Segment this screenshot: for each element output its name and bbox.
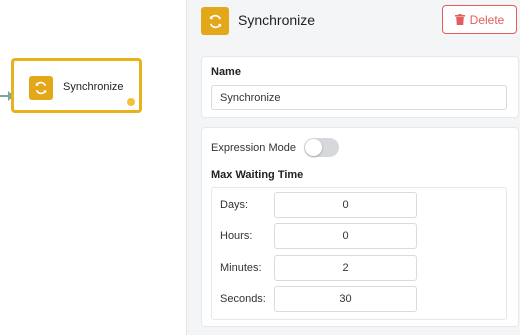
panel-title: Synchronize xyxy=(238,12,316,28)
expression-mode-label: Expression Mode xyxy=(211,142,296,154)
settings-section: Expression Mode Max Waiting Time Days: H… xyxy=(201,127,519,327)
name-label: Name xyxy=(211,66,241,78)
toggle-knob xyxy=(305,139,322,156)
delete-label: Delete xyxy=(469,12,505,27)
hours-input[interactable] xyxy=(274,223,417,249)
node-status-badge xyxy=(126,97,136,107)
sync-icon xyxy=(201,7,229,35)
delete-button[interactable]: Delete xyxy=(442,5,517,34)
node-label: Synchronize xyxy=(63,81,124,93)
minutes-label: Minutes: xyxy=(220,262,262,274)
properties-panel: Synchronize Delete Name Expression Mode … xyxy=(186,0,520,335)
expression-mode-toggle[interactable] xyxy=(304,138,339,157)
name-section: Name xyxy=(201,56,519,118)
workflow-canvas[interactable]: Synchronize xyxy=(0,0,186,335)
hours-label: Hours: xyxy=(220,230,253,242)
trash-icon xyxy=(454,14,465,25)
minutes-input[interactable] xyxy=(274,255,417,281)
days-label: Days: xyxy=(220,199,249,211)
max-waiting-time-label: Max Waiting Time xyxy=(211,169,304,181)
synchronize-node[interactable]: Synchronize xyxy=(11,58,142,113)
max-waiting-time-group: Days: Hours: Minutes: Seconds: xyxy=(211,187,507,320)
seconds-input[interactable] xyxy=(274,286,417,312)
seconds-label: Seconds: xyxy=(220,293,266,305)
panel-header: Synchronize Delete xyxy=(187,0,520,44)
sync-icon xyxy=(29,76,53,100)
days-input[interactable] xyxy=(274,192,417,218)
name-input[interactable] xyxy=(211,85,507,110)
